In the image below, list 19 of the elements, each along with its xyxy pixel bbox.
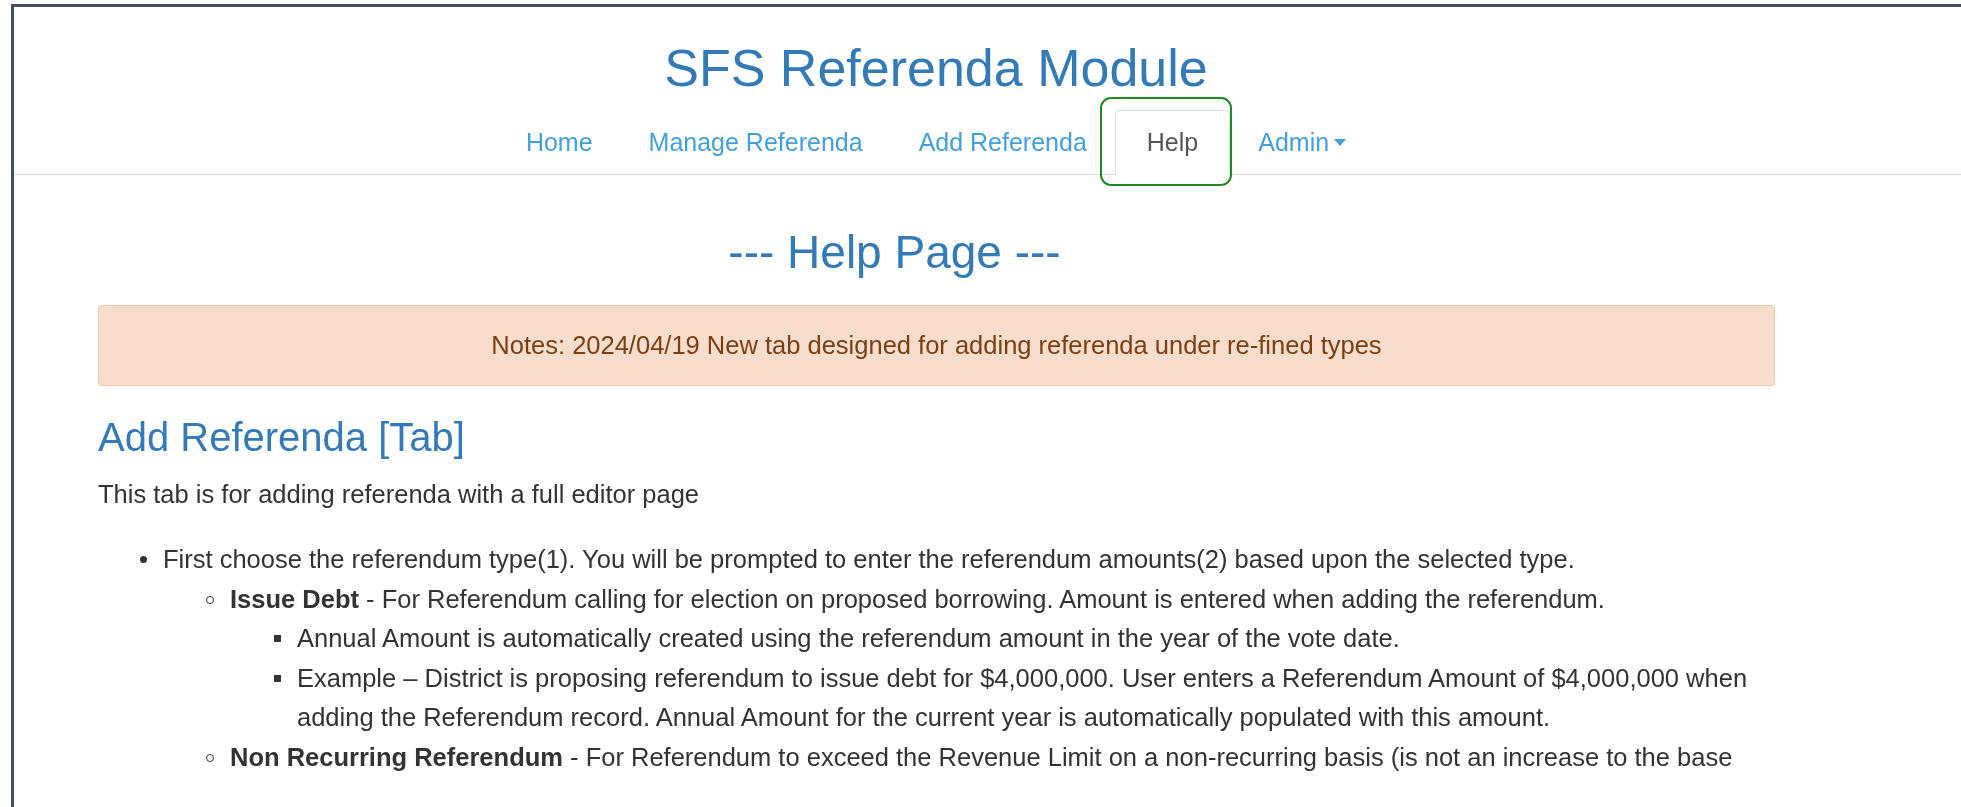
nav-tab[interactable]: Manage Referenda — [620, 110, 891, 174]
caret-icon — [1334, 138, 1347, 146]
site-title: SFS Referenda Module — [663, 38, 1209, 98]
section-heading: Add Referenda [Tab] — [98, 414, 466, 461]
bullet-icon — [274, 635, 281, 642]
list-item-text: Annual Amount is automatically created using the referendum amount in the year of the vote date. — [297, 623, 1401, 654]
list-item-text: Issue Debt - For Referendum calling for election on proposed borrowing. Amount is entered when adding the referendum. — [230, 583, 1606, 615]
bullet-icon — [140, 556, 147, 563]
list-item-text: Non Recurring Referendum - For Referendum to exceed the Revenue Limit on a non-recurring basis (is not an increase to the base — [230, 741, 1734, 773]
list-item-text: Example – District is proposing referendum to issue debt for $4,000,000. User enters a Referendum Amount of $4,000,000 when adding the Referendum record. Annual Amount for the current year is automatically populated with this amount. — [297, 662, 1749, 733]
nav-tab[interactable]: Add Referenda — [890, 110, 1115, 174]
nav-tab[interactable]: Help — [1114, 110, 1231, 175]
nav-tab[interactable]: Home — [497, 110, 621, 174]
bullet-icon — [274, 674, 281, 682]
list-item-text: First choose the referendum type(1). You will be prompted to enter the referendum amounts(2) based upon the selected type. — [163, 544, 1576, 575]
intro-text: This tab is for adding referenda with a full editor page — [98, 479, 701, 510]
notice-alert: Notes: 2024/04/19 New tab designed for adding referenda under re-fined types — [98, 305, 1775, 386]
nav-tab[interactable]: Admin — [1230, 110, 1375, 174]
page-heading: --- Help Page --- — [727, 225, 1062, 280]
